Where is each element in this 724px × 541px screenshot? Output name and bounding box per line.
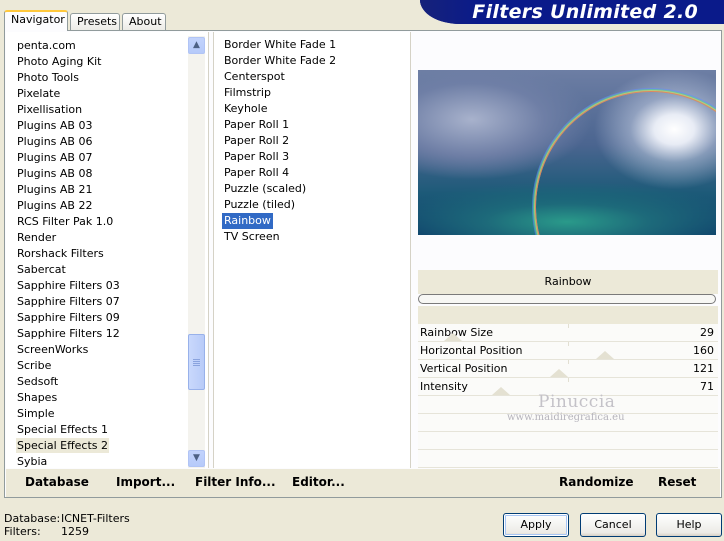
banner-shade [420, 0, 480, 24]
category-item[interactable]: ScreenWorks [16, 342, 89, 357]
filter-item[interactable]: Border White Fade 1 [222, 37, 338, 53]
category-item[interactable]: Scribe [16, 358, 52, 373]
filter-item[interactable]: Paper Roll 4 [222, 165, 291, 181]
panel-gap [418, 306, 718, 324]
filter-item[interactable]: Keyhole [222, 101, 269, 117]
randomize-button[interactable]: Randomize [559, 475, 633, 489]
category-item[interactable]: Sapphire Filters 09 [16, 310, 121, 325]
category-item[interactable]: Photo Tools [16, 70, 80, 85]
category-item[interactable]: RCS Filter Pak 1.0 [16, 214, 114, 229]
slider-tick [568, 378, 569, 382]
category-scrollbar[interactable]: ▲ ▼ [188, 36, 205, 468]
param-row[interactable]: Vertical Position 121 [418, 360, 718, 378]
category-item[interactable]: Render [16, 230, 57, 245]
grip-line [193, 363, 200, 364]
category-item[interactable]: Plugins AB 03 [16, 118, 93, 133]
grip-line [193, 361, 200, 362]
filter-item[interactable]: TV Screen [222, 229, 282, 245]
category-item[interactable]: Simple [16, 406, 56, 421]
param-value: 160 [693, 344, 714, 357]
param-label: Intensity [420, 380, 468, 393]
param-row[interactable]: Rainbow Size 29 [418, 324, 718, 342]
category-item[interactable]: Sapphire Filters 07 [16, 294, 121, 309]
slider-thumb[interactable] [550, 369, 568, 377]
app-title: Filters Unlimited 2.0 [472, 1, 698, 23]
category-item[interactable]: Special Effects 1 [16, 422, 109, 437]
filter-info-button[interactable]: Filter Info... [195, 475, 276, 489]
scroll-down-button[interactable]: ▼ [188, 450, 205, 467]
category-item[interactable]: Plugins AB 06 [16, 134, 93, 149]
category-item[interactable]: Sabercat [16, 262, 67, 277]
filter-item[interactable]: Puzzle (tiled) [222, 197, 297, 213]
tab-about[interactable]: About [122, 13, 166, 30]
tab-navigator[interactable]: Navigator [4, 10, 68, 31]
app-banner: Filters Unlimited 2.0 [420, 0, 724, 24]
database-button[interactable]: Database [25, 475, 89, 489]
slider-tick [568, 342, 569, 346]
slider-thumb[interactable] [492, 387, 510, 395]
apply-button[interactable]: Apply [503, 513, 569, 537]
slider-thumb[interactable] [444, 333, 462, 341]
editor-button[interactable]: Editor... [292, 475, 345, 489]
category-item[interactable]: Sapphire Filters 12 [16, 326, 121, 341]
category-item[interactable]: Rorshack Filters [16, 246, 105, 261]
tab-presets[interactable]: Presets [70, 13, 120, 30]
rainbow-arc [536, 92, 716, 235]
empty-param-row [418, 432, 718, 450]
category-item[interactable]: Shapes [16, 390, 58, 405]
empty-param-row [418, 450, 718, 468]
param-value: 29 [700, 326, 714, 339]
category-list[interactable]: penta.com Photo Aging Kit Photo Tools Pixel… [6, 32, 209, 468]
slider-tick [568, 360, 569, 364]
param-value: 71 [700, 380, 714, 393]
cancel-button[interactable]: Cancel [580, 513, 646, 537]
category-item[interactable]: Plugins AB 22 [16, 198, 93, 213]
filter-list[interactable]: Border White Fade 1 Border White Fade 2 Ce… [213, 32, 411, 468]
preview-image [418, 70, 716, 235]
filter-item[interactable]: Paper Roll 1 [222, 117, 291, 133]
filter-item[interactable]: Paper Roll 2 [222, 133, 291, 149]
reset-button[interactable]: Reset [658, 475, 696, 489]
scroll-up-button[interactable]: ▲ [188, 37, 205, 54]
filters-status-value: 1259 [61, 525, 89, 538]
param-label: Vertical Position [420, 362, 508, 375]
filters-status-label: Filters: [4, 525, 41, 538]
param-row[interactable]: Horizontal Position 160 [418, 342, 718, 360]
category-item[interactable]: Photo Aging Kit [16, 54, 102, 69]
param-label: Horizontal Position [420, 344, 523, 357]
filter-item[interactable]: Paper Roll 3 [222, 149, 291, 165]
watermark-url: www.maidiregrafica.eu [507, 412, 625, 423]
filter-item[interactable]: Rainbow [222, 213, 273, 229]
database-status-label: Database: [4, 512, 61, 525]
watermark-name: Pinuccia [538, 392, 616, 412]
category-item[interactable]: Plugins AB 21 [16, 182, 93, 197]
filter-name-label: Rainbow [418, 270, 718, 294]
import-button[interactable]: Import... [116, 475, 175, 489]
param-value: 121 [693, 362, 714, 375]
category-item[interactable]: Pixellisation [16, 102, 83, 117]
category-item[interactable]: Sapphire Filters 03 [16, 278, 121, 293]
filter-item[interactable]: Filmstrip [222, 85, 273, 101]
category-item[interactable]: Sybia [16, 454, 48, 469]
grip-line [193, 359, 200, 360]
scroll-thumb[interactable] [188, 334, 205, 390]
database-status-value: ICNET-Filters [61, 512, 130, 525]
category-item[interactable]: Sedsoft [16, 374, 59, 389]
category-item[interactable]: Pixelate [16, 86, 61, 101]
category-item[interactable]: Plugins AB 08 [16, 166, 93, 181]
slider-tick [568, 324, 569, 328]
category-item[interactable]: Plugins AB 07 [16, 150, 93, 165]
category-item[interactable]: penta.com [16, 38, 77, 53]
slider-thumb[interactable] [596, 351, 614, 359]
category-item[interactable]: Special Effects 2 [16, 438, 110, 453]
help-button[interactable]: Help [656, 513, 722, 537]
filter-item[interactable]: Centerspot [222, 69, 287, 85]
filter-name-bar [418, 294, 716, 304]
grip-line [193, 365, 200, 366]
filter-item[interactable]: Border White Fade 2 [222, 53, 338, 69]
filter-item[interactable]: Puzzle (scaled) [222, 181, 308, 197]
